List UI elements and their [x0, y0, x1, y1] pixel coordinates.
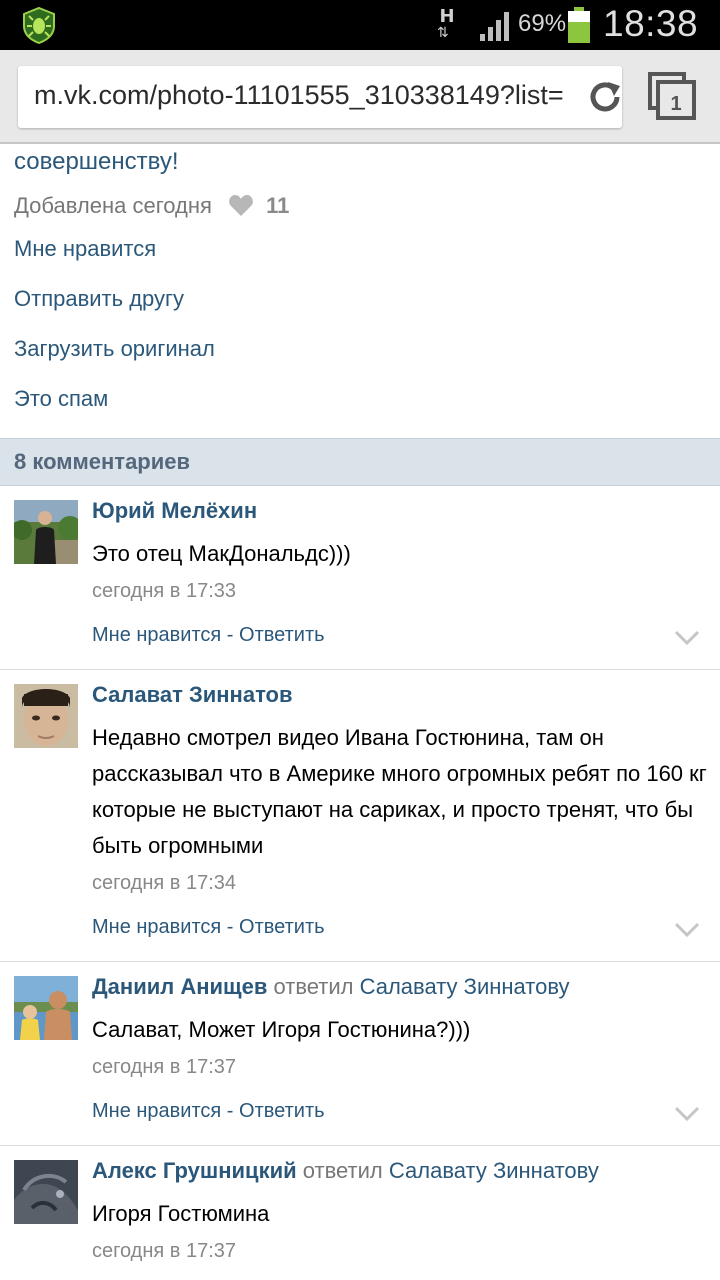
comment-like-link[interactable]: Мне нравится	[92, 1100, 221, 1122]
download-original-link[interactable]: Загрузить оригинал	[14, 336, 215, 362]
comment-actions-separator: -	[221, 624, 240, 646]
replied-label: ответил	[273, 974, 354, 999]
status-bar: H ⇅ 69% 18:38	[0, 0, 720, 50]
chevron-down-icon[interactable]	[674, 922, 700, 938]
comment-like-link[interactable]: Мне нравится	[92, 624, 221, 646]
network-type-indicator: H ⇅	[436, 6, 458, 44]
status-clock: 18:38	[603, 3, 699, 44]
battery-percent: 69%	[518, 10, 567, 37]
comment-reply-link[interactable]: Ответить	[239, 916, 325, 938]
comment-text: Недавно смотрел видео Ивана Гостюнина, т…	[92, 725, 707, 858]
network-type-label: H	[439, 6, 455, 27]
address-bar[interactable]: m.vk.com/photo-11101555_310338149?list=	[18, 66, 622, 128]
url-text[interactable]: m.vk.com/photo-11101555_310338149?list=	[34, 80, 574, 111]
tabs-count: 1	[670, 93, 681, 115]
chevron-down-icon[interactable]	[674, 1106, 700, 1122]
comment-actions-separator: -	[221, 916, 240, 938]
page-content: совершенству! Добавлена сегодня 11 Мне н…	[0, 146, 720, 1280]
comment-text: Салават, Может Игоря Гостюнина?)))	[92, 1017, 471, 1042]
comments-count-label: 8 комментариев	[14, 449, 191, 474]
replied-label: ответил	[302, 1158, 383, 1183]
comment-actions: Мне нравится - Ответить	[92, 916, 325, 939]
send-to-friend-link[interactable]: Отправить другу	[14, 286, 184, 312]
comment-item: Юрий Мелёхин Это отец МакДональдс))) сег…	[0, 486, 720, 670]
photo-description-tail[interactable]: совершенству!	[14, 148, 179, 176]
avatar[interactable]	[14, 976, 78, 1040]
tabs-icon[interactable]: 1	[648, 72, 696, 120]
avatar[interactable]	[14, 1160, 78, 1224]
comment-actions: Мне нравится - Ответить	[92, 624, 325, 647]
comment-author-line: Салават Зиннатов	[92, 682, 293, 708]
network-activity-arrows: ⇅	[437, 25, 449, 41]
comment-item: Салават Зиннатов Недавно смотрел видео И…	[0, 670, 720, 962]
comment-author-line: Алекс Грушницкий ответил Салавату Зиннат…	[92, 1158, 599, 1184]
photo-meta: Добавлена сегодня 11	[14, 192, 289, 222]
comment-actions-separator: -	[221, 1100, 240, 1122]
avatar[interactable]	[14, 684, 78, 748]
comment-actions: Мне нравится - Ответить	[92, 1100, 325, 1123]
comment-time[interactable]: сегодня в 17:37	[92, 1056, 236, 1079]
comment-text: Это отец МакДональдс)))	[92, 541, 351, 566]
browser-toolbar: m.vk.com/photo-11101555_310338149?list= …	[0, 50, 720, 144]
comment-reply-link[interactable]: Ответить	[239, 1100, 325, 1122]
battery-icon	[568, 7, 590, 43]
comment-author[interactable]: Алекс Грушницкий	[92, 1158, 297, 1183]
chevron-down-icon[interactable]	[674, 630, 700, 646]
reply-to-link[interactable]: Салавату Зиннатову	[389, 1158, 599, 1183]
comment-item: Даниил Анищев ответил Салавату Зиннатову…	[0, 962, 720, 1146]
comment-author-line: Юрий Мелёхин	[92, 498, 257, 524]
comment-author-line: Даниил Анищев ответил Салавату Зиннатову	[92, 974, 570, 1000]
shield-bug-icon	[23, 6, 55, 44]
comment-reply-link[interactable]: Ответить	[239, 624, 325, 646]
comment-item: Алекс Грушницкий ответил Салавату Зиннат…	[0, 1146, 720, 1280]
like-photo-link[interactable]: Мне нравится	[14, 236, 156, 262]
comment-text: Игоря Гостюмина	[92, 1201, 270, 1226]
comment-author[interactable]: Салават Зиннатов	[92, 682, 293, 707]
comment-time[interactable]: сегодня в 17:37	[92, 1240, 236, 1263]
likes-count: 11	[266, 193, 290, 219]
comment-author[interactable]: Даниил Анищев	[92, 974, 267, 999]
comments-header: 8 комментариев	[0, 438, 720, 486]
reload-icon[interactable]	[586, 78, 622, 116]
reply-to-link[interactable]: Салавату Зиннатову	[360, 974, 570, 999]
heart-icon[interactable]	[228, 194, 254, 218]
comment-like-link[interactable]: Мне нравится	[92, 916, 221, 938]
signal-bars-icon	[480, 12, 509, 41]
comment-author[interactable]: Юрий Мелёхин	[92, 498, 257, 523]
report-spam-link[interactable]: Это спам	[14, 386, 108, 412]
added-date-label: Добавлена сегодня	[14, 193, 212, 219]
comment-time[interactable]: сегодня в 17:33	[92, 580, 236, 603]
avatar[interactable]	[14, 500, 78, 564]
comment-time[interactable]: сегодня в 17:34	[92, 872, 236, 895]
